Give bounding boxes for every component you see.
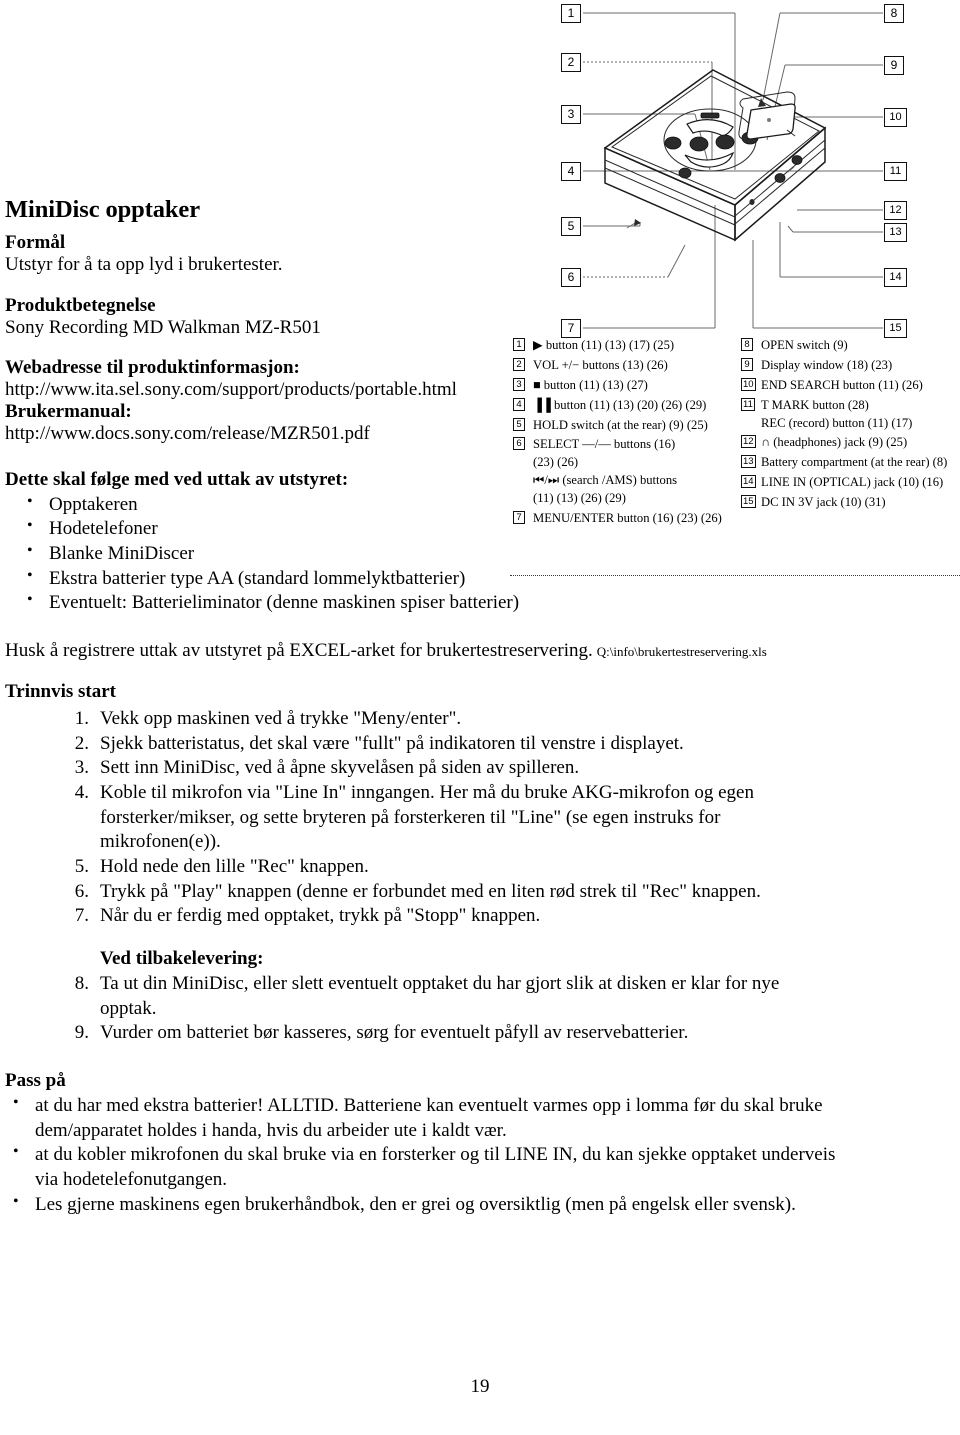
step-item: 3. Sett inn MiniDisc, ved å åpne skyvelå… [5,756,840,781]
list-item: Opptakeren [5,492,840,518]
step-item: 7. Når du er ferdig med opptaket, trykk … [5,904,840,929]
list-item: Hodetelefoner [5,516,840,542]
list-item: Les gjerne maskinens egen brukerhåndbok,… [5,1192,840,1218]
document-body: MiniDisc opptaker Formål Utstyr for å ta… [5,196,840,1217]
excel-note-text: Husk å registrere uttak av utstyret på E… [5,640,593,662]
step-number: 6. [74,880,89,902]
caution-heading: Pass på [5,1069,66,1091]
step-number: 7. [74,905,89,927]
step-item: 5. Hold nede den lille "Rec" knappen. [5,855,840,880]
callout-4: 4 [561,162,581,181]
list-item: at du har med ekstra batterier! ALLTID. … [5,1093,840,1143]
step-number: 8. [74,972,89,994]
step-text: Vurder om batteriet bør kasseres, sørg f… [100,1022,689,1044]
step-number: 4. [74,782,89,804]
step-item: 6. Trykk på "Play" knappen (denne er for… [5,880,840,905]
included-items-heading: Dette skal følge med ved uttak av utstyr… [5,468,349,490]
callout-2: 2 [561,53,581,72]
callout-10: 10 [884,108,907,127]
callout-8: 8 [884,4,904,23]
product-designation-heading: Produktbetegnelse [5,294,156,316]
step-text: Hold nede den lille "Rec" knappen. [100,856,369,878]
callout-15: 15 [884,319,907,338]
callout-3: 3 [561,105,581,124]
callout-14: 14 [884,268,907,287]
callout-13: 13 [884,223,907,242]
intro-block: Formål Utstyr for å ta opp lyd i brukert… [5,232,475,444]
step-number: 5. [74,856,89,878]
excel-reservation-note: Husk å registrere uttak av utstyret på E… [5,640,840,663]
step-text: Når du er ferdig med opptaket, trykk på … [100,905,541,927]
callout-9: 9 [884,56,904,75]
callout-1: 1 [561,4,581,23]
step-text: Sett inn MiniDisc, ved å åpne skyvelåsen… [100,757,580,779]
step-item: 1. Vekk opp maskinen ved å trykke "Meny/… [5,707,840,732]
included-items-list: Opptakeren Hodetelefoner Blanke MiniDisc… [5,492,840,616]
step-item: 2. Sjekk batteristatus, det skal være "f… [5,732,840,757]
excel-file-path: Q:\info\brukertestreservering.xls [596,644,767,660]
web-address-heading: Webadresse til produktinformasjon: [5,356,300,378]
step-number: 9. [74,1022,89,1044]
page-number: 19 [470,1376,490,1397]
step-item: 9. Vurder om batteriet bør kasseres, sør… [5,1021,840,1046]
callout-12: 12 [884,201,907,220]
list-item: Ekstra batterier type AA (standard lomme… [5,566,840,592]
step-text: Ta ut din MiniDisc, eller slett eventuel… [100,972,780,1019]
step-item: 8. Ta ut din MiniDisc, eller slett event… [5,972,840,1021]
step-text: Trykk på "Play" knappen (denne er forbun… [100,880,761,902]
step-text: Vekk opp maskinen ved å trykke "Meny/ent… [100,707,462,729]
list-item: Blanke MiniDiscer [5,541,840,567]
stepwise-start-heading: Trinnvis start [5,680,117,702]
step-text: Koble til mikrofon via "Line In" inngang… [100,782,754,853]
return-subheading: Ved tilbakelevering: [100,948,264,970]
product-designation-text: Sony Recording MD Walkman MZ-R501 [5,316,321,338]
web-address-url[interactable]: http://www.ita.sel.sony.com/support/prod… [5,379,475,401]
callout-11: 11 [884,162,907,181]
user-manual-heading: Brukermanual: [5,400,132,422]
step-item: 4. Koble til mikrofon via "Line In" inng… [5,781,840,855]
page-title: MiniDisc opptaker [5,196,200,223]
caution-list: at du har med ekstra batterier! ALLTID. … [5,1093,840,1218]
list-item: Eventuelt: Batterieliminator (denne mask… [5,590,840,616]
step-text: Sjekk batteristatus, det skal være "full… [100,732,684,754]
list-item: at du kobler mikrofonen du skal bruke vi… [5,1142,840,1192]
purpose-text: Utstyr for å ta opp lyd i brukertester. [5,254,283,276]
step-number: 2. [74,732,89,754]
user-manual-url[interactable]: http://www.docs.sony.com/release/MZR501.… [5,423,475,445]
stepwise-start-list: 1. Vekk opp maskinen ved å trykke "Meny/… [5,707,840,1046]
step-number: 1. [74,707,89,729]
purpose-heading: Formål [5,232,66,254]
step-number: 3. [74,757,89,779]
